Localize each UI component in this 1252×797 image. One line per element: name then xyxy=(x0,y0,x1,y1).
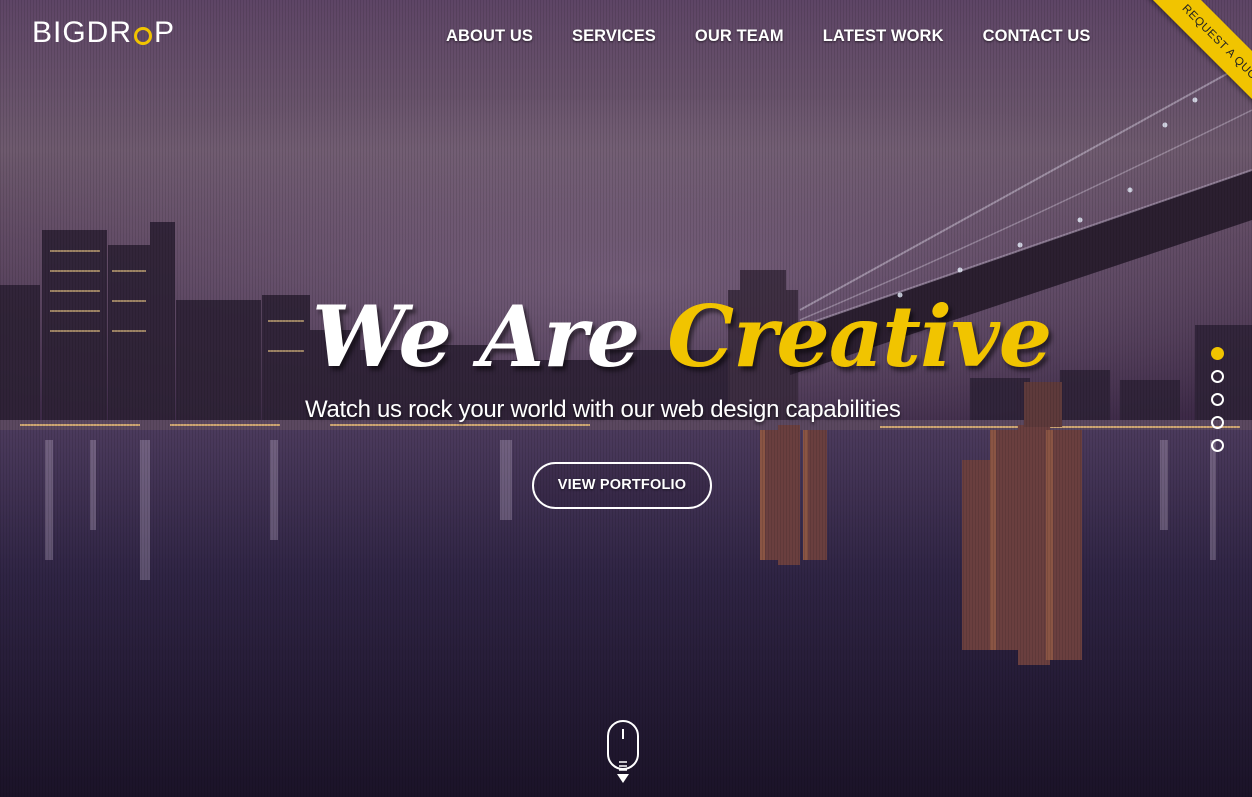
slider-dot-5[interactable] xyxy=(1211,439,1224,452)
nav-latest-work[interactable]: LATEST WORK xyxy=(823,27,944,46)
logo-text-end: P xyxy=(154,16,176,49)
hero-headline: We Are Creative xyxy=(312,282,1052,392)
nav-about-us[interactable]: ABOUT US xyxy=(446,27,533,46)
logo[interactable]: BIGDR P xyxy=(32,14,175,52)
nav-our-team[interactable]: OUR TEAM xyxy=(695,27,784,46)
slider-pagination xyxy=(1211,347,1224,462)
slider-dot-3[interactable] xyxy=(1211,393,1224,406)
nav-contact-us[interactable]: CONTACT US xyxy=(983,27,1091,46)
nav-services[interactable]: SERVICES xyxy=(572,27,656,46)
logo-ring-icon xyxy=(134,27,153,45)
slider-dot-2[interactable] xyxy=(1211,370,1224,383)
hero-tagline: Watch us rock your world with our web de… xyxy=(305,396,901,423)
headline-accent-text: Creative xyxy=(667,287,1052,386)
mouse-scroll-icon[interactable] xyxy=(606,719,640,785)
slider-dot-4[interactable] xyxy=(1211,416,1224,429)
headline-white-text: We Are xyxy=(312,287,640,386)
view-portfolio-button[interactable]: VIEW PORTFOLIO xyxy=(532,462,712,509)
slider-dot-1[interactable] xyxy=(1211,347,1224,360)
main-nav: ABOUT US SERVICES OUR TEAM LATEST WORK C… xyxy=(446,27,1130,46)
request-quote-ribbon[interactable]: Request a quote xyxy=(1142,0,1252,130)
logo-text-start: BIGDR xyxy=(32,16,133,49)
request-quote-corner: Request a quote xyxy=(1122,0,1252,130)
